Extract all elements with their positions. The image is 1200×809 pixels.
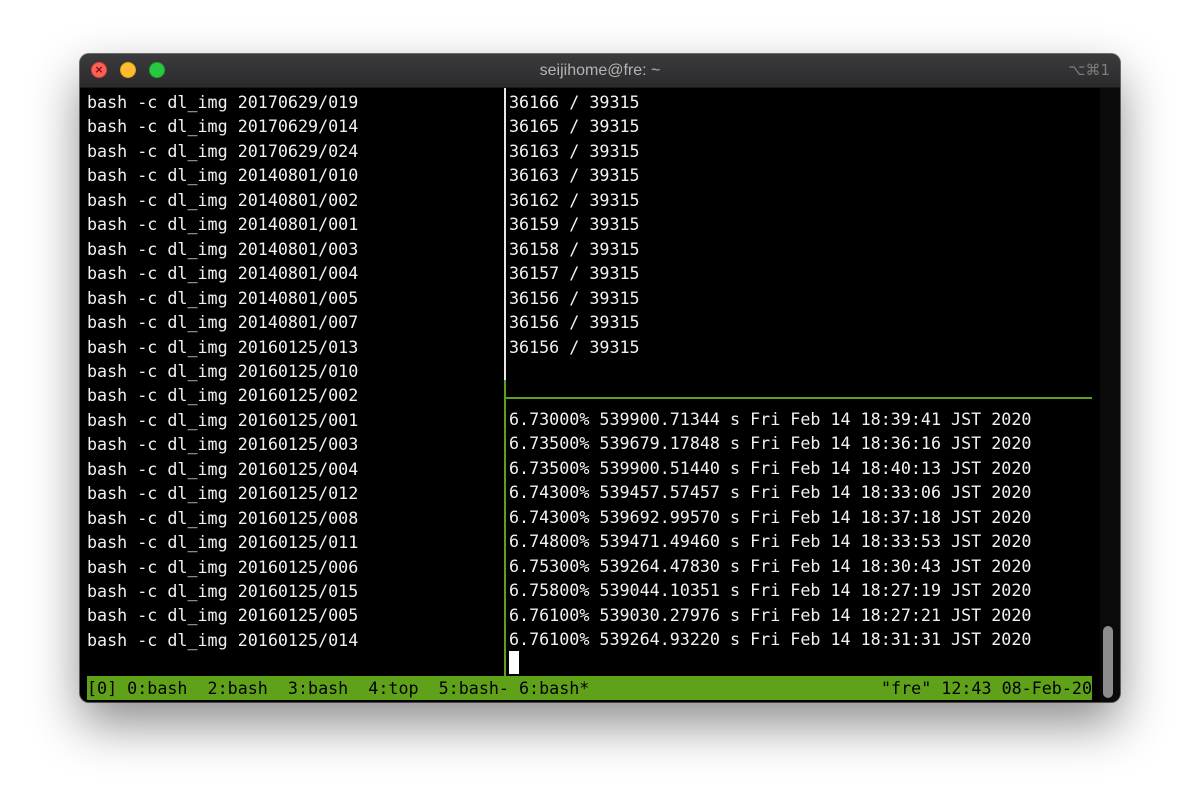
terminal-line: 6.74300% 539457.57457 s Fri Feb 14 18:33… <box>509 482 1032 503</box>
terminal-line: bash -c dl_img 20140801/003 <box>87 238 359 259</box>
terminal-window: × seijihome@fre: ~ ⌥⌘1 bash -c dl_img 20… <box>80 54 1120 702</box>
terminal-line: 36166 / 39315 <box>509 92 640 112</box>
terminal-line: bash -c dl_img 20160125/001 <box>87 409 359 430</box>
terminal-line: bash -c dl_img 20160125/004 <box>87 458 359 479</box>
terminal-line: 6.74300% 539692.99570 s Fri Feb 14 18:37… <box>509 506 1032 527</box>
pane-divider-vertical-bottom[interactable] <box>504 380 506 676</box>
pane-divider-horizontal[interactable] <box>506 397 1092 399</box>
terminal-line: bash -c dl_img 20160125/014 <box>87 629 359 650</box>
terminal-line: bash -c dl_img 20140801/002 <box>87 189 359 210</box>
terminal-line: 6.76100% 539264.93220 s Fri Feb 14 18:31… <box>509 629 1032 650</box>
terminal-line: 36157 / 39315 <box>509 263 640 284</box>
terminal-line: bash -c dl_img 20170629/019 <box>87 92 359 112</box>
scrollbar-track[interactable] <box>1100 88 1120 702</box>
terminal-line: bash -c dl_img 20160125/013 <box>87 336 359 357</box>
pane-divider-vertical-top[interactable] <box>504 88 506 380</box>
terminal-line: 36158 / 39315 <box>509 238 640 259</box>
terminal-line: 36163 / 39315 <box>509 165 640 186</box>
terminal-line: bash -c dl_img 20160125/011 <box>87 532 359 553</box>
terminal-line: 6.75800% 539044.10351 s Fri Feb 14 18:27… <box>509 580 1032 601</box>
terminal-line: bash -c dl_img 20170629/014 <box>87 116 359 137</box>
terminal-content[interactable]: bash -c dl_img 20170629/019 bash -c dl_im… <box>80 88 1120 702</box>
terminal-line: bash -c dl_img 20140801/005 <box>87 287 359 308</box>
status-host-time: "fre" 12:43 08-Feb-20 <box>881 678 1092 698</box>
terminal-line: 6.74800% 539471.49460 s Fri Feb 14 18:33… <box>509 531 1032 552</box>
terminal-cursor <box>509 651 519 674</box>
terminal-line: bash -c dl_img 20160125/010 <box>87 360 359 381</box>
terminal-line: 36156 / 39315 <box>509 336 640 357</box>
terminal-line: 36165 / 39315 <box>509 116 640 137</box>
terminal-line: 6.73500% 539900.51440 s Fri Feb 14 18:40… <box>509 457 1032 478</box>
scrollbar-thumb[interactable] <box>1103 626 1113 698</box>
terminal-line: 36156 / 39315 <box>509 312 640 333</box>
terminal-line: 36162 / 39315 <box>509 189 640 210</box>
terminal-line: bash -c dl_img 20160125/003 <box>87 434 359 455</box>
terminal-line: bash -c dl_img 20160125/006 <box>87 556 359 577</box>
terminal-line: bash -c dl_img 20140801/007 <box>87 312 359 333</box>
terminal-line: bash -c dl_img 20140801/001 <box>87 214 359 235</box>
window-shortcut-label: ⌥⌘1 <box>1068 61 1110 79</box>
terminal-line: 36163 / 39315 <box>509 140 640 161</box>
terminal-line: 6.73000% 539900.71344 s Fri Feb 14 18:39… <box>509 409 1032 429</box>
status-window-list[interactable]: [0] 0:bash 2:bash 3:bash 4:top 5:bash- 6… <box>87 676 589 700</box>
terminal-line: bash -c dl_img 20160125/008 <box>87 507 359 528</box>
window-title: seijihome@fre: ~ <box>539 62 661 79</box>
terminal-line: bash -c dl_img 20170629/024 <box>87 140 359 161</box>
terminal-line: bash -c dl_img 20160125/002 <box>87 385 359 406</box>
terminal-line: 36159 / 39315 <box>509 214 640 235</box>
title-bar[interactable]: × seijihome@fre: ~ ⌥⌘1 <box>80 54 1120 88</box>
terminal-line: 6.73500% 539679.17848 s Fri Feb 14 18:36… <box>509 433 1032 454</box>
terminal-line: bash -c dl_img 20140801/004 <box>87 263 359 284</box>
terminal-line: 6.75300% 539264.47830 s Fri Feb 14 18:30… <box>509 555 1032 576</box>
tmux-status-bar: [0] 0:bash 2:bash 3:bash 4:top 5:bash- 6… <box>87 676 1092 700</box>
terminal-line: 36156 / 39315 <box>509 287 640 308</box>
terminal-line: bash -c dl_img 20160125/015 <box>87 581 359 601</box>
terminal-line: bash -c dl_img 20160125/012 <box>87 483 359 504</box>
terminal-line: 6.76100% 539030.27976 s Fri Feb 14 18:27… <box>509 604 1032 625</box>
terminal-line: bash -c dl_img 20160125/005 <box>87 605 359 626</box>
terminal-line: bash -c dl_img 20140801/010 <box>87 165 359 186</box>
